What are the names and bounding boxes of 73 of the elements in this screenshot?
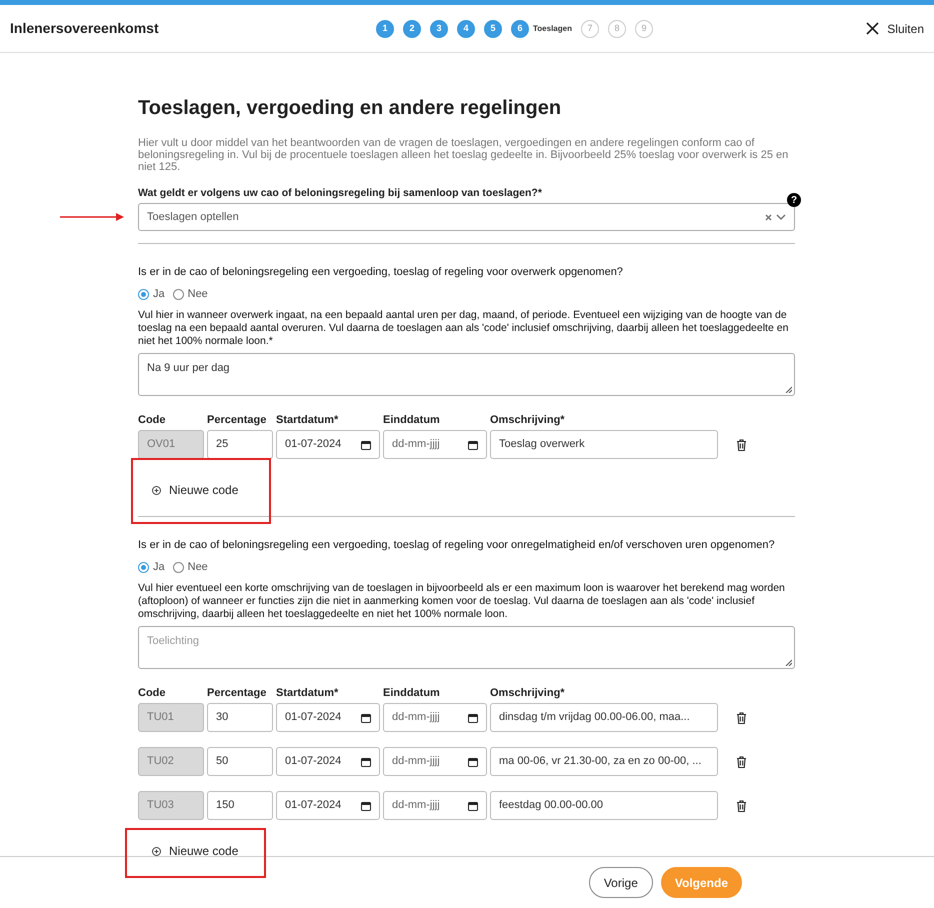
calendar-icon[interactable] <box>361 440 371 450</box>
calendar-icon[interactable] <box>468 712 478 722</box>
column-header: Code <box>138 414 166 426</box>
end-date-field[interactable]: dd-mm-jjjj <box>383 791 487 820</box>
percentage-field[interactable]: 150 <box>207 791 273 820</box>
start-date-field[interactable]: 01-07-2024 <box>276 747 380 776</box>
question: Is er in de cao of beloningsregeling een vergoeding, toeslag of regeling voor overwerk opgenomen? <box>138 265 624 279</box>
radio-label: Nee <box>188 286 208 302</box>
resize-handle-icon[interactable] <box>785 659 792 666</box>
calendar-icon[interactable] <box>361 756 371 766</box>
column-header: Startdatum* <box>276 687 340 699</box>
end-date-field[interactable]: dd-mm-jjjj <box>383 747 487 776</box>
radio-label: Nee <box>188 560 208 575</box>
radio-button[interactable] <box>172 288 184 300</box>
end-date-field[interactable]: dd-mm-jjjj <box>383 703 487 732</box>
step-label: Toeslagen <box>533 23 572 35</box>
start-date-field[interactable]: 01-07-2024 <box>276 430 380 459</box>
column-header: Omschrijving* <box>490 687 566 699</box>
start-date-field[interactable]: 01-07-2024 <box>276 791 380 820</box>
column-header: Einddatum <box>383 687 441 699</box>
clear-icon[interactable] <box>765 214 772 220</box>
plus-circle-icon <box>152 846 161 856</box>
code-field: TU03 <box>138 791 204 820</box>
start-date-field[interactable]: 01-07-2024 <box>276 703 380 732</box>
column-header: Code <box>138 687 166 699</box>
select-field[interactable]: Toeslagen optellen <box>138 203 795 231</box>
new-code-button[interactable]: Nieuwe code <box>152 481 238 499</box>
trash-icon[interactable] <box>736 800 746 812</box>
percentage-field[interactable]: 50 <box>207 747 273 776</box>
code-field: TU01 <box>138 703 204 732</box>
percentage-field[interactable]: 25 <box>207 430 273 459</box>
trash-icon[interactable] <box>736 756 746 768</box>
calendar-icon[interactable] <box>468 756 478 766</box>
calendar-icon[interactable] <box>468 440 478 450</box>
calendar-icon[interactable] <box>361 712 371 722</box>
code-field: OV01 <box>138 430 204 459</box>
description-field[interactable]: feestdag 00.00-00.00 <box>490 791 718 820</box>
textarea-field[interactable]: Na 9 uur per dag <box>138 353 795 396</box>
description-field[interactable]: dinsdag t/m vrijdag 00.00-06.00, maa... <box>490 703 718 732</box>
window-title: Inlenersovereenkomst <box>10 19 159 38</box>
back-button[interactable]: Vorige <box>588 867 653 898</box>
calendar-icon[interactable] <box>361 800 371 810</box>
column-header: Startdatum* <box>276 414 340 426</box>
plus-circle-icon <box>152 486 161 494</box>
close-button[interactable]: Sluiten <box>866 20 924 38</box>
column-header: Percentage <box>207 687 268 699</box>
radio-label: Ja <box>153 286 165 302</box>
code-field: TU02 <box>138 747 204 776</box>
select-label: Wat geldt er volgens uw cao of beloningsregeling bij samenloop van toeslagen?* <box>138 187 542 200</box>
radio-label: Ja <box>153 560 165 575</box>
question: Is er in de cao of beloningsregeling een vergoeding, toeslag of regeling voor onregelmatigheid en/of verschoven uren opgenomen? <box>138 538 776 552</box>
page-title: Toeslagen, vergoeding en andere regelingen <box>138 96 562 120</box>
resize-handle-icon[interactable] <box>785 386 792 393</box>
trash-icon[interactable] <box>736 438 746 450</box>
radio-button[interactable] <box>138 288 149 300</box>
column-header: Einddatum <box>383 414 441 426</box>
explanation: Vul hier eventueel een korte omschrijving van de toeslagen in bijvoorbeeld als er een maximum loon is waarover het berekend mag worden (aftoploon) of wanneer er functies zijn die niet in aanmerking komen voor de toeslag. Vul daarna de toeslagen aan als 'code' inclusief omschrijving, daarbij alleen het toeslaggedeelte en niet het 100% normale loon. <box>138 582 786 621</box>
column-header: Omschrijving* <box>490 414 566 426</box>
close-icon <box>866 22 880 35</box>
help-icon[interactable]: ? <box>787 193 801 207</box>
chevron-down-icon[interactable] <box>776 214 786 220</box>
explanation: Vul hier in wanneer overwerk ingaat, na een bepaald aantal uren per dag, maand, of periode. Eventueel een wijziging van de hoogte van de toeslag na een bepaald aantal overuren. Vul daarna de toeslagen aan als 'code' inclusief omschrijving, daarbij alleen het toeslaggedeelte en niet het 100% normale loon.* <box>138 309 790 348</box>
trash-icon[interactable] <box>736 712 746 724</box>
percentage-field[interactable]: 30 <box>207 703 273 732</box>
radio-button[interactable] <box>172 562 184 572</box>
intro-text: Hier vult u door middel van het beantwoorden van de vragen de toeslagen, vergoedingen en andere regelingen conform cao of beloningsregeling in. Vul bij de procentuele toeslagen alleen het toeslag gedeelte in. Bijvoorbeeld 25% toeslag voor overwerk is 25 en niet 125. <box>138 137 790 173</box>
column-header: Percentage <box>207 414 268 426</box>
description-field[interactable]: Toeslag overwerk <box>490 430 718 459</box>
description-field[interactable]: ma 00-06, vr 21.30-00, za en zo 00-00, ... <box>490 747 718 776</box>
new-code-button[interactable]: Nieuwe code <box>152 842 238 860</box>
radio-button[interactable] <box>138 562 149 572</box>
calendar-icon[interactable] <box>468 800 478 810</box>
end-date-field[interactable]: dd-mm-jjjj <box>383 430 487 459</box>
